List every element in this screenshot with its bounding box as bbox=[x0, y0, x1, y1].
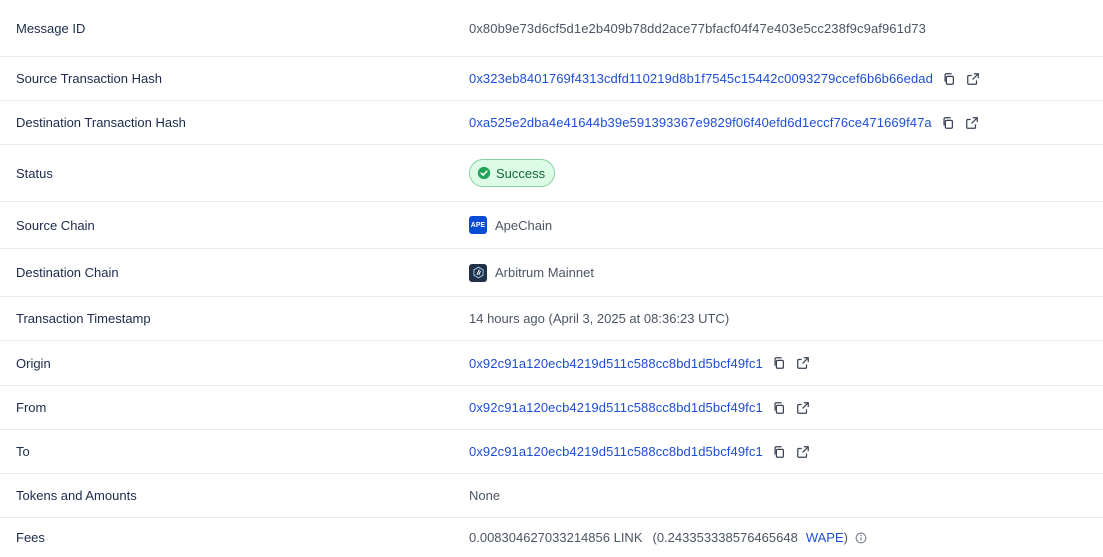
row-status: Status Success bbox=[0, 145, 1103, 202]
source-chain-label: Source Chain bbox=[16, 217, 95, 233]
external-link-icon[interactable] bbox=[795, 355, 811, 371]
row-dest-tx: Destination Transaction Hash 0xa525e2dba… bbox=[0, 101, 1103, 145]
origin-link[interactable]: 0x92c91a120ecb4219d511c588cc8bd1d5bcf49f… bbox=[469, 356, 763, 371]
copy-icon[interactable] bbox=[940, 115, 956, 131]
row-dest-chain: Destination Chain Arbitrum Mainnet bbox=[0, 249, 1103, 297]
dest-chain-value: Arbitrum Mainnet bbox=[495, 265, 594, 280]
row-source-tx: Source Transaction Hash 0x323eb8401769f4… bbox=[0, 57, 1103, 101]
origin-label: Origin bbox=[16, 355, 51, 371]
fees-paren-close: ) bbox=[843, 530, 848, 545]
fees-link-amount: 0.008304627033214856 LINK bbox=[469, 530, 643, 545]
to-link[interactable]: 0x92c91a120ecb4219d511c588cc8bd1d5bcf49f… bbox=[469, 444, 763, 459]
copy-icon[interactable] bbox=[941, 71, 957, 87]
fees-label: Fees bbox=[16, 530, 45, 545]
copy-icon[interactable] bbox=[771, 400, 787, 416]
from-link[interactable]: 0x92c91a120ecb4219d511c588cc8bd1d5bcf49f… bbox=[469, 400, 763, 415]
row-message-id: Message ID 0x80b9e73d6cf5d1e2b409b78dd2a… bbox=[0, 0, 1103, 57]
from-label: From bbox=[16, 400, 47, 415]
message-id-label: Message ID bbox=[16, 20, 86, 36]
fees-token-link[interactable]: WAPE bbox=[806, 530, 844, 545]
fees-token-amount: (0.243353338576465648 bbox=[652, 530, 798, 545]
row-origin: Origin 0x92c91a120ecb4219d511c588cc8bd1d… bbox=[0, 341, 1103, 386]
status-badge: Success bbox=[469, 159, 556, 187]
to-label: To bbox=[16, 444, 30, 459]
external-link-icon[interactable] bbox=[795, 444, 811, 460]
status-text: Success bbox=[496, 165, 546, 181]
transaction-details-table: Message ID 0x80b9e73d6cf5d1e2b409b78dd2a… bbox=[0, 0, 1103, 557]
tokens-label: Tokens and Amounts bbox=[16, 488, 137, 503]
status-label: Status bbox=[16, 165, 53, 181]
tokens-value: None bbox=[469, 488, 501, 503]
row-fees: Fees 0.008304627033214856 LINK (0.243353… bbox=[0, 518, 1103, 557]
row-source-chain: Source Chain APE ApeChain bbox=[0, 202, 1103, 249]
info-icon[interactable] bbox=[855, 532, 867, 544]
dest-chain-label: Destination Chain bbox=[16, 265, 119, 280]
row-from: From 0x92c91a120ecb4219d511c588cc8bd1d5b… bbox=[0, 386, 1103, 430]
dest-tx-label: Destination Transaction Hash bbox=[16, 115, 186, 130]
arbitrum-logo-icon bbox=[469, 263, 487, 282]
row-to: To 0x92c91a120ecb4219d511c588cc8bd1d5bcf… bbox=[0, 430, 1103, 474]
external-link-icon[interactable] bbox=[964, 115, 980, 131]
external-link-icon[interactable] bbox=[795, 400, 811, 416]
dest-tx-link[interactable]: 0xa525e2dba4e41644b39e591393367e9829f06f… bbox=[469, 115, 932, 130]
copy-icon[interactable] bbox=[771, 355, 787, 371]
row-tokens: Tokens and Amounts None bbox=[0, 474, 1103, 518]
source-chain-value: ApeChain bbox=[495, 217, 553, 233]
timestamp-label: Transaction Timestamp bbox=[16, 311, 151, 326]
check-circle-icon bbox=[477, 166, 491, 180]
apechain-logo-icon: APE bbox=[469, 216, 487, 234]
message-id-value: 0x80b9e73d6cf5d1e2b409b78dd2ace77bfacf04… bbox=[469, 20, 926, 36]
source-tx-label: Source Transaction Hash bbox=[16, 71, 162, 86]
external-link-icon[interactable] bbox=[965, 71, 981, 87]
copy-icon[interactable] bbox=[771, 444, 787, 460]
row-timestamp: Transaction Timestamp 14 hours ago (Apri… bbox=[0, 297, 1103, 341]
source-tx-link[interactable]: 0x323eb8401769f4313cdfd110219d8b1f7545c1… bbox=[469, 71, 933, 86]
timestamp-value: 14 hours ago (April 3, 2025 at 08:36:23 … bbox=[469, 311, 730, 326]
